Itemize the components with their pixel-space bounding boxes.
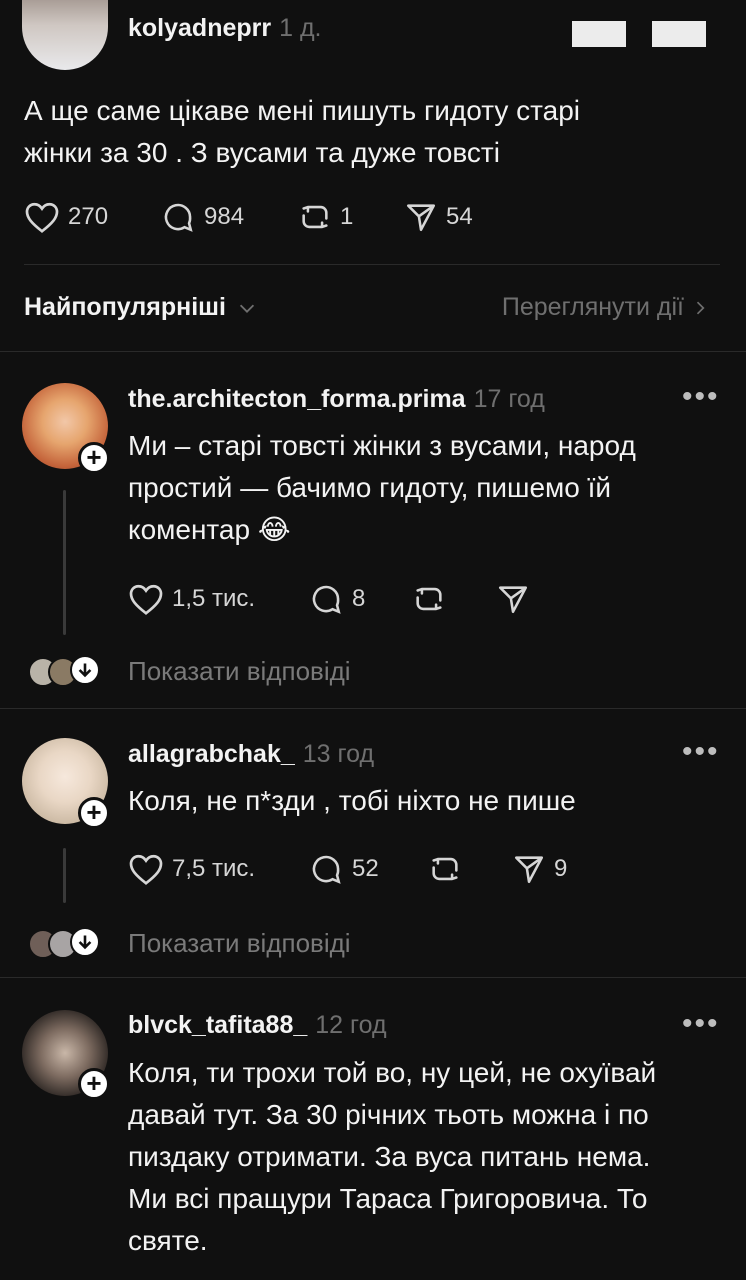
comment-time: 17 год <box>473 385 545 413</box>
comment-text-line: коментар 😂 <box>128 514 291 545</box>
more-options-icon[interactable]: ••• <box>682 382 720 412</box>
comment-text: Коля, ти трохи той во, ну цей, не охуїва… <box>128 1052 738 1262</box>
comment-repost-button[interactable] <box>428 852 470 886</box>
comment-text: Коля, не п*зди , тобі ніхто не пише <box>128 780 728 822</box>
sort-dropdown[interactable]: Найпопулярніші <box>24 293 258 322</box>
comment-text-line: Ми всі пращури Тараса Григоровича. То <box>128 1183 648 1214</box>
divider <box>0 708 746 709</box>
send-icon <box>498 586 528 614</box>
comment-text-line: Коля, ти трохи той во, ну цей, не охуїва… <box>128 1057 657 1088</box>
follow-button[interactable]: + <box>78 797 110 829</box>
chevron-down-icon <box>239 304 255 313</box>
more-options-icon[interactable]: ••• <box>682 1009 720 1039</box>
arrow-down-icon <box>78 663 92 678</box>
divider <box>24 264 720 265</box>
comment-text-line: святе. <box>128 1225 208 1256</box>
comment-text-line: простий — бачимо гидоту, пишемо їй <box>128 472 612 503</box>
comment-reply-button[interactable]: 52 <box>308 852 379 886</box>
repost-icon <box>302 205 328 229</box>
comment-username[interactable]: the.architecton_forma.prima <box>128 385 466 413</box>
comment-reply-count: 8 <box>352 585 366 612</box>
chevron-right-icon <box>696 301 705 314</box>
thread-line <box>63 848 66 903</box>
comment-icon <box>312 585 341 614</box>
thread-line <box>63 490 66 635</box>
post-like-button[interactable]: 270 <box>24 200 108 234</box>
comment-header: allagrabchak_ 13 год <box>128 740 374 769</box>
comment-header: the.architecton_forma.prima 17 год <box>128 385 545 414</box>
comment-icon <box>312 855 341 884</box>
comment-reply-button[interactable]: 8 <box>308 582 365 616</box>
post-avatar[interactable] <box>22 0 108 70</box>
comment-time: 12 год <box>315 1011 387 1039</box>
comment-text-line: Коля, не п*зди , тобі ніхто не пише <box>128 785 576 816</box>
plus-icon: + <box>86 442 102 472</box>
post-repost-count: 1 <box>340 203 354 230</box>
comment-text-line: пиздаку отримати. За вуса питань нема. <box>128 1141 651 1172</box>
comment-header: blvck_tafita88_ 12 год <box>128 1011 387 1040</box>
heart-icon <box>25 202 59 233</box>
more-options-icon[interactable]: ••• <box>682 737 720 767</box>
expand-replies-button[interactable] <box>70 927 100 957</box>
comment-like-button[interactable]: 1,5 тис. <box>128 582 255 616</box>
comment-like-count: 7,5 тис. <box>172 855 256 882</box>
arrow-down-icon <box>78 935 92 950</box>
send-icon <box>406 204 436 232</box>
divider <box>0 351 746 352</box>
redaction-block-1 <box>572 21 626 47</box>
repost-icon <box>416 587 442 611</box>
heart-icon <box>129 584 163 615</box>
comment-text-line: Ми – старі товсті жінки з вусами, народ <box>128 430 636 461</box>
post-reply-button[interactable]: 984 <box>160 200 244 234</box>
comment-icon <box>164 203 193 232</box>
view-activity-label: Переглянути дії <box>501 293 684 321</box>
comment-share-button[interactable] <box>496 582 538 616</box>
post-text-line: А ще саме цікаве мені пишуть гидоту стар… <box>24 95 580 126</box>
comment-reply-count: 52 <box>352 855 379 882</box>
post-username[interactable]: kolyadneprr <box>128 14 271 42</box>
comment-text-line: давай тут. За 30 річних тьоть можна і по <box>128 1099 649 1130</box>
post-time: 1 д. <box>279 14 322 42</box>
comment-repost-button[interactable] <box>412 582 454 616</box>
comment-time: 13 год <box>302 740 375 768</box>
follow-button[interactable]: + <box>78 442 110 474</box>
comment-like-button[interactable]: 7,5 тис. <box>128 852 255 886</box>
show-replies-link[interactable]: Показати відповіді <box>128 928 351 959</box>
follow-button[interactable]: + <box>78 1068 110 1100</box>
heart-icon <box>129 854 163 885</box>
comment-share-button[interactable]: 9 <box>512 852 567 886</box>
post-share-count: 54 <box>446 203 473 230</box>
divider <box>0 977 746 978</box>
post-text-line: жінки за 30 . З вусами та дуже товсті <box>24 137 500 168</box>
comment-username[interactable]: blvck_tafita88_ <box>128 1011 307 1039</box>
comment-like-count: 1,5 тис. <box>172 585 256 612</box>
redaction-block-2 <box>652 21 706 47</box>
expand-replies-button[interactable] <box>70 655 100 685</box>
post-reply-count: 984 <box>204 203 245 230</box>
sort-label: Найпопулярніші <box>24 293 226 321</box>
post-like-count: 270 <box>68 203 109 230</box>
post-share-button[interactable]: 54 <box>404 200 473 234</box>
comment-username[interactable]: allagrabchak_ <box>128 740 295 768</box>
plus-icon: + <box>86 797 102 827</box>
post-repost-button[interactable]: 1 <box>298 200 353 234</box>
view-activity-link[interactable]: Переглянути дії <box>502 293 710 322</box>
repost-icon <box>432 857 458 881</box>
plus-icon: + <box>86 1068 102 1098</box>
comment-text: Ми – старі товсті жінки з вусами, народ … <box>128 425 728 551</box>
show-replies-link[interactable]: Показати відповіді <box>128 656 351 687</box>
post-header: kolyadneprr 1 д. <box>128 14 322 43</box>
comment-share-count: 9 <box>554 855 568 882</box>
post-text: А ще саме цікаве мені пишуть гидоту стар… <box>24 90 724 174</box>
send-icon <box>514 856 544 884</box>
